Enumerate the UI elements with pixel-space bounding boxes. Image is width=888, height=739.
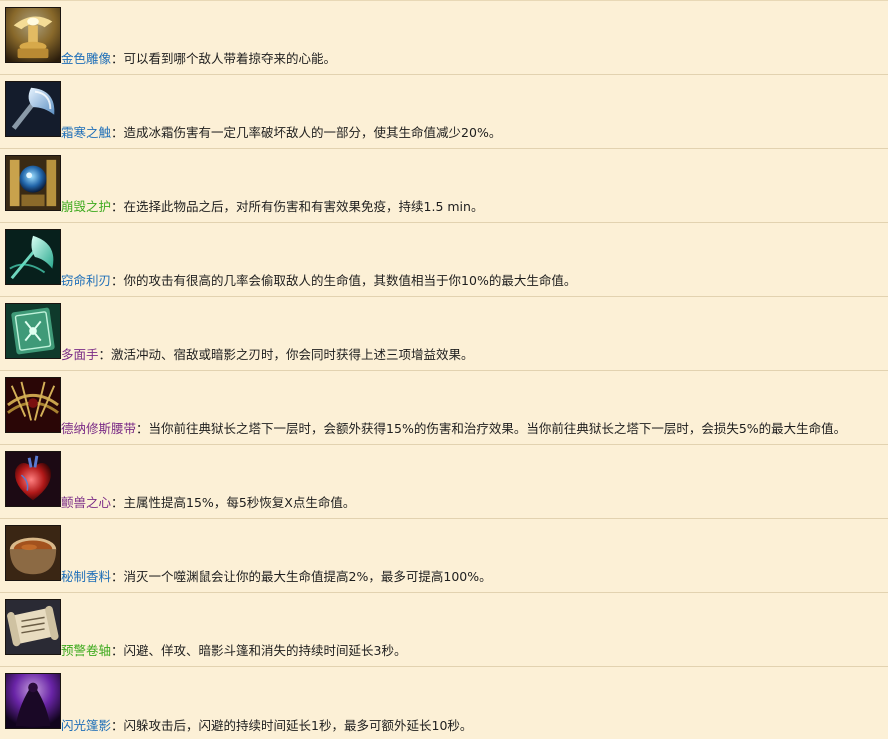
golden-statue-icon xyxy=(5,7,61,63)
spice-bowl-icon xyxy=(5,525,61,581)
thorn-belt-icon xyxy=(5,377,61,433)
item-text: 闪光篷影：闪躲攻击后，闪避的持续时间延长1秒，最多可额外延长10秒。 xyxy=(61,718,472,734)
item-name: 秘制香料 xyxy=(61,569,112,584)
list-item-frost-touch: 霜寒之触：造成冰霜伤害有一定几率破坏敌人的一部分，使其生命值减少20%。 xyxy=(0,75,888,149)
list-item-crumbling-protection: 崩毁之护：在选择此物品之后，对所有伤害和有害效果免疫，持续1.5 min。 xyxy=(0,149,888,223)
separator: ： xyxy=(111,125,124,140)
item-name: 多面手 xyxy=(61,347,99,362)
item-description: 主属性提高15%，每5秒恢复X点生命值。 xyxy=(123,495,356,510)
item-name: 窃命利刃 xyxy=(61,273,112,288)
frost-axe-icon xyxy=(5,81,61,137)
item-text: 预警卷轴：闪避、佯攻、暗影斗篷和消失的持续时间延长3秒。 xyxy=(61,643,407,659)
beast-heart-icon xyxy=(5,451,61,507)
separator: ： xyxy=(111,273,124,288)
separator: ： xyxy=(136,421,149,436)
item-description: 造成冰霜伤害有一定几率破坏敌人的一部分，使其生命值减少20%。 xyxy=(123,125,502,140)
item-text: 多面手：激活冲动、宿敌或暗影之刃时，你会同时获得上述三项增益效果。 xyxy=(61,347,474,363)
list-item-trembling-beast-heart: 颤兽之心：主属性提高15%，每5秒恢复X点生命值。 xyxy=(0,445,888,519)
item-text: 窃命利刃：你的攻击有很高的几率会偷取敌人的生命值，其数值相当于你10%的最大生命… xyxy=(61,273,576,289)
item-description: 在选择此物品之后，对所有伤害和有害效果免疫，持续1.5 min。 xyxy=(123,199,484,214)
rune-card-icon xyxy=(5,303,61,359)
item-name: 闪光篷影 xyxy=(61,718,112,733)
separator: ： xyxy=(111,643,124,658)
item-description: 当你前往典狱长之塔下一层时，会额外获得15%的伤害和治疗效果。当你前往典狱长之塔… xyxy=(148,421,847,436)
item-description: 你的攻击有很高的几率会偷取敌人的生命值，其数值相当于你10%的最大生命值。 xyxy=(123,273,577,288)
item-name: 预警卷轴 xyxy=(61,643,112,658)
scroll-icon xyxy=(5,599,61,655)
item-description: 闪避、佯攻、暗影斗篷和消失的持续时间延长3秒。 xyxy=(123,643,407,658)
item-name: 金色雕像 xyxy=(61,51,112,66)
list-item-versatile: 多面手：激活冲动、宿敌或暗影之刃时，你会同时获得上述三项增益效果。 xyxy=(0,297,888,371)
list-item-warning-scroll: 预警卷轴：闪避、佯攻、暗影斗篷和消失的持续时间延长3秒。 xyxy=(0,593,888,667)
list-item-flashing-cloak: 闪光篷影：闪躲攻击后，闪避的持续时间延长1秒，最多可额外延长10秒。 xyxy=(0,667,888,739)
spectral-blade-icon xyxy=(5,229,61,285)
item-text: 德纳修斯腰带：当你前往典狱长之塔下一层时，会额外获得15%的伤害和治疗效果。当你… xyxy=(61,421,846,437)
item-description: 闪躲攻击后，闪避的持续时间延长1秒，最多可额外延长10秒。 xyxy=(123,718,473,733)
item-text: 崩毁之护：在选择此物品之后，对所有伤害和有害效果免疫，持续1.5 min。 xyxy=(61,199,483,215)
separator: ： xyxy=(111,199,124,214)
item-name: 霜寒之触 xyxy=(61,125,112,140)
list-item-denathrius-belt: 德纳修斯腰带：当你前往典狱长之塔下一层时，会额外获得15%的伤害和治疗效果。当你… xyxy=(0,371,888,445)
crystal-orb-shield-icon xyxy=(5,155,61,211)
item-text: 颤兽之心：主属性提高15%，每5秒恢复X点生命值。 xyxy=(61,495,355,511)
separator: ： xyxy=(111,569,124,584)
item-description: 可以看到哪个敌人带着掠夺来的心能。 xyxy=(123,51,337,66)
list-item-golden-statue: 金色雕像：可以看到哪个敌人带着掠夺来的心能。 xyxy=(0,1,888,75)
separator: ： xyxy=(98,347,112,362)
item-description: 消灭一个噬渊鼠会让你的最大生命值提高2%，最多可提高100%。 xyxy=(123,569,492,584)
shadow-cloak-icon xyxy=(5,673,61,729)
item-description: 激活冲动、宿敌或暗影之刃时，你会同时获得上述三项增益效果。 xyxy=(111,347,474,362)
anima-power-list: 金色雕像：可以看到哪个敌人带着掠夺来的心能。 霜寒之触：造成冰霜伤害有一定几率破… xyxy=(0,0,888,739)
item-name: 颤兽之心 xyxy=(61,495,112,510)
item-text: 霜寒之触：造成冰霜伤害有一定几率破坏敌人的一部分，使其生命值减少20%。 xyxy=(61,125,501,141)
item-text: 金色雕像：可以看到哪个敌人带着掠夺来的心能。 xyxy=(61,51,336,67)
list-item-life-stealing-blade: 窃命利刃：你的攻击有很高的几率会偷取敌人的生命值，其数值相当于你10%的最大生命… xyxy=(0,223,888,297)
item-text: 秘制香料：消灭一个噬渊鼠会让你的最大生命值提高2%，最多可提高100%。 xyxy=(61,569,492,585)
separator: ： xyxy=(111,495,124,510)
list-item-secret-spice: 秘制香料：消灭一个噬渊鼠会让你的最大生命值提高2%，最多可提高100%。 xyxy=(0,519,888,593)
item-name: 德纳修斯腰带 xyxy=(61,421,137,436)
separator: ： xyxy=(111,51,124,66)
item-name: 崩毁之护 xyxy=(61,199,112,214)
separator: ： xyxy=(111,718,124,733)
